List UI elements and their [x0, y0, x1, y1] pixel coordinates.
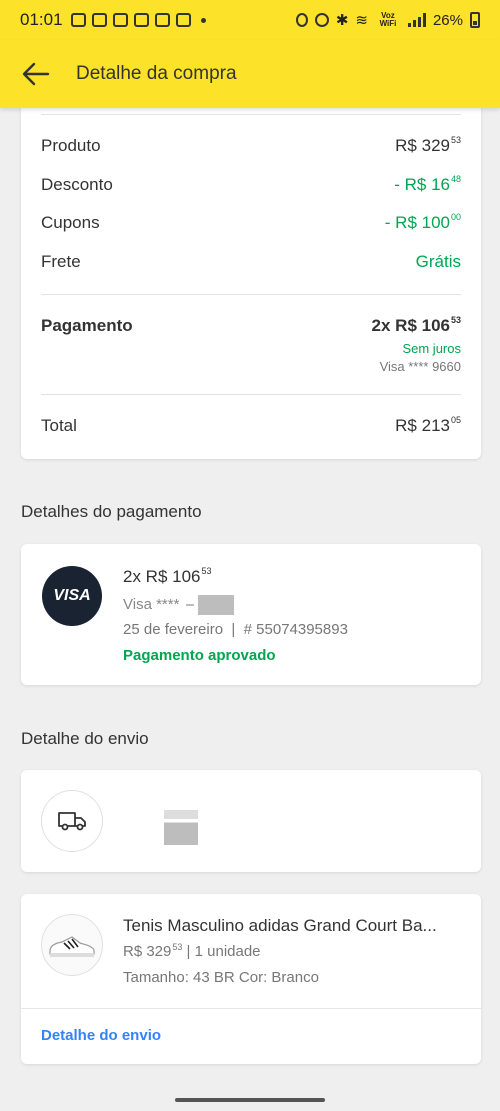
product-thumbnail[interactable] [41, 914, 103, 976]
redacted-block [164, 810, 198, 845]
payment-info: 2x R$ 10653 Sem juros Visa **** 9660 [371, 315, 461, 374]
visa-logo: VISA [42, 566, 102, 626]
app-notification-icon [91, 13, 107, 27]
product-attributes: Tamanho: 43 BR Cor: Branco [123, 969, 319, 986]
mail-icon [133, 13, 149, 27]
system-icons: ✱ ≋ Voz WiFi 26% [295, 11, 480, 29]
total-value: R$ 21305 [395, 415, 461, 435]
summary-row-coupons: Cupons - R$ 10000 [41, 212, 461, 233]
summary-value: Grátis [415, 252, 461, 271]
bluetooth-icon: ✱ [335, 12, 349, 29]
summary-row-total: Total R$ 21305 [41, 415, 461, 436]
card-number: Visa **** 9660 [379, 359, 461, 374]
notification-icons [70, 13, 206, 27]
product-price: R$ 32953 | 1 unidade [123, 942, 261, 960]
summary-value: - R$ 1648 [394, 174, 461, 194]
summary-row-shipping: Frete Grátis [41, 252, 461, 272]
payment-summary: Pagamento 2x R$ 10653 Sem juros Visa ***… [41, 315, 461, 374]
sneaker-icon [49, 936, 95, 957]
summary-label: Desconto [41, 175, 113, 194]
redacted-block [197, 595, 234, 615]
payment-meta: 25 de fevereiro | # 55074395893 [123, 621, 348, 638]
alarm-icon [295, 13, 308, 27]
payment-card: Visa **** [123, 595, 234, 615]
truck-icon [41, 790, 103, 852]
instagram-icon [70, 13, 86, 27]
shipping-heading: Detalhe do envio [21, 729, 149, 748]
back-button[interactable] [20, 58, 52, 90]
clock: 01:01 [20, 10, 63, 29]
payment-amount: 2x R$ 10653 [123, 566, 212, 586]
product-name[interactable]: Tenis Masculino adidas Grand Court Ba... [123, 916, 437, 936]
clock-icon [314, 13, 329, 27]
battery-percent: 26% [432, 11, 463, 29]
summary-row-discount: Desconto - R$ 1648 [41, 174, 461, 195]
installment-amount: 2x R$ 10653 [371, 315, 461, 335]
shipping-card[interactable] [21, 770, 481, 872]
summary-value: - R$ 10000 [384, 212, 461, 232]
divider [41, 294, 461, 295]
interest-note: Sem juros [402, 341, 461, 356]
total-label: Total [41, 416, 77, 435]
wifi-icon: ≋ [355, 12, 368, 29]
shipping-address-redacted [123, 796, 383, 808]
status-bar: 01:01 ✱ ≋ Voz WiFi 26% [0, 0, 500, 40]
payment-details-heading: Detalhes do pagamento [21, 502, 202, 521]
summary-label: Frete [41, 252, 81, 271]
summary-label: Cupons [41, 213, 100, 232]
payment-details-card: VISA 2x R$ 10653 Visa **** 25 de feverei… [21, 544, 481, 685]
battery-icon [470, 12, 480, 28]
pinwheel-icon [154, 13, 170, 27]
page-title: Detalhe da compra [76, 63, 237, 84]
divider [41, 394, 461, 395]
gmail-icon [175, 13, 191, 27]
summary-label: Produto [41, 136, 101, 155]
summary-row-product: Produto R$ 32953 [41, 135, 461, 156]
arrow-left-icon [22, 62, 50, 86]
home-indicator[interactable] [175, 1098, 325, 1102]
more-notifications-icon [200, 17, 206, 23]
summary-value: R$ 32953 [395, 135, 461, 155]
network-label: Voz WiFi [379, 11, 397, 28]
purchase-summary-card: Produto R$ 32953 Desconto - R$ 1648 Cupo… [21, 100, 481, 459]
app-notification-icon [112, 13, 128, 27]
signal-icon [407, 13, 426, 27]
payment-label: Pagamento [41, 316, 133, 335]
product-card: Tenis Masculino adidas Grand Court Ba...… [21, 894, 481, 1064]
payment-status: Pagamento aprovado [123, 647, 276, 664]
divider [41, 114, 461, 115]
shipping-detail-link[interactable]: Detalhe do envio [41, 1027, 161, 1044]
app-bar: Detalhe da compra [0, 40, 500, 108]
divider [21, 1008, 481, 1009]
